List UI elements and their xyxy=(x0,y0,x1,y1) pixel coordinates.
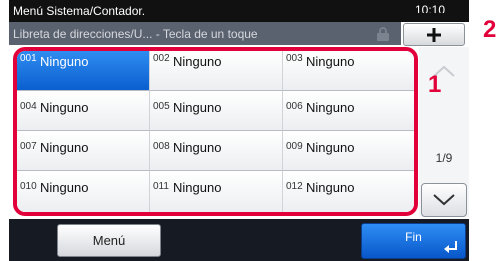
one-touch-key-007[interactable]: 007 Ninguno xyxy=(17,131,150,171)
callout-2: 2 xyxy=(483,16,497,43)
one-touch-key-012[interactable]: 012 Ninguno xyxy=(283,171,414,212)
key-name: Ninguno xyxy=(40,140,89,155)
key-number: 007 xyxy=(20,141,37,152)
one-touch-key-008[interactable]: 008 Ninguno xyxy=(150,131,283,171)
key-number: 004 xyxy=(20,101,37,112)
one-touch-key-grid: 001 Ninguno 002 Ninguno 003 Ninguno 004 … xyxy=(13,47,418,216)
key-number: 005 xyxy=(153,101,170,112)
plus-icon xyxy=(427,27,441,42)
key-number: 011 xyxy=(153,181,169,192)
key-number: 009 xyxy=(286,141,303,152)
key-name: Ninguno xyxy=(40,54,89,69)
screen-title: Menú Sistema/Contador. xyxy=(13,4,146,18)
key-name: Ninguno xyxy=(306,180,355,195)
key-number: 012 xyxy=(286,181,303,192)
key-number: 008 xyxy=(153,141,170,152)
breadcrumb: Libreta de direcciones/U... - Tecla de u… xyxy=(9,22,401,45)
key-name: Ninguno xyxy=(173,180,222,195)
chevron-down-icon xyxy=(433,194,455,206)
enter-icon xyxy=(444,241,457,253)
grid-row: 010 Ninguno 011 Ninguno 012 Ninguno xyxy=(17,171,414,212)
scroll-down-button[interactable] xyxy=(421,183,467,217)
one-touch-key-001[interactable]: 001 Ninguno xyxy=(17,51,150,91)
one-touch-key-009[interactable]: 009 Ninguno xyxy=(283,131,414,171)
add-button[interactable] xyxy=(403,23,465,46)
grid-row: 004 Ninguno 005 Ninguno 006 Ninguno xyxy=(17,91,414,131)
scroll-column: 1/9 xyxy=(419,47,469,217)
key-number: 002 xyxy=(153,53,170,64)
page-indicator: 1/9 xyxy=(435,151,453,165)
key-name: Ninguno xyxy=(306,100,355,115)
bottom-bar: Menú Fin xyxy=(9,219,469,261)
key-name: Ninguno xyxy=(306,140,355,155)
key-number: 003 xyxy=(286,53,303,64)
key-name: Ninguno xyxy=(173,100,222,115)
one-touch-key-004[interactable]: 004 Ninguno xyxy=(17,91,150,131)
key-name: Ninguno xyxy=(173,54,222,69)
one-touch-key-002[interactable]: 002 Ninguno xyxy=(150,51,283,91)
key-number: 001 xyxy=(20,53,37,64)
clock: 10:10 xyxy=(414,3,446,13)
key-number: 006 xyxy=(286,101,303,112)
one-touch-key-005[interactable]: 005 Ninguno xyxy=(150,91,283,131)
key-name: Ninguno xyxy=(40,180,89,195)
menu-button[interactable]: Menú xyxy=(57,224,161,257)
breadcrumb-text: Libreta de direcciones/U... - Tecla de u… xyxy=(13,27,258,41)
one-touch-key-011[interactable]: 011 Ninguno xyxy=(150,171,283,212)
grid-row: 001 Ninguno 002 Ninguno 003 Ninguno xyxy=(17,51,414,91)
callout-1: 1 xyxy=(428,71,442,98)
fin-button[interactable]: Fin xyxy=(361,223,466,259)
key-name: Ninguno xyxy=(306,54,355,69)
key-name: Ninguno xyxy=(40,100,89,115)
key-name: Ninguno xyxy=(173,140,222,155)
touch-panel-screen: Menú Sistema/Contador. 10:10 Libreta de … xyxy=(9,0,469,261)
lock-icon xyxy=(377,27,389,41)
title-bar: Menú Sistema/Contador. 10:10 xyxy=(9,0,469,22)
one-touch-key-003[interactable]: 003 Ninguno xyxy=(283,51,414,91)
grid-row: 007 Ninguno 008 Ninguno 009 Ninguno xyxy=(17,131,414,171)
one-touch-key-006[interactable]: 006 Ninguno xyxy=(283,91,414,131)
key-number: 010 xyxy=(20,181,37,192)
one-touch-key-010[interactable]: 010 Ninguno xyxy=(17,171,150,212)
